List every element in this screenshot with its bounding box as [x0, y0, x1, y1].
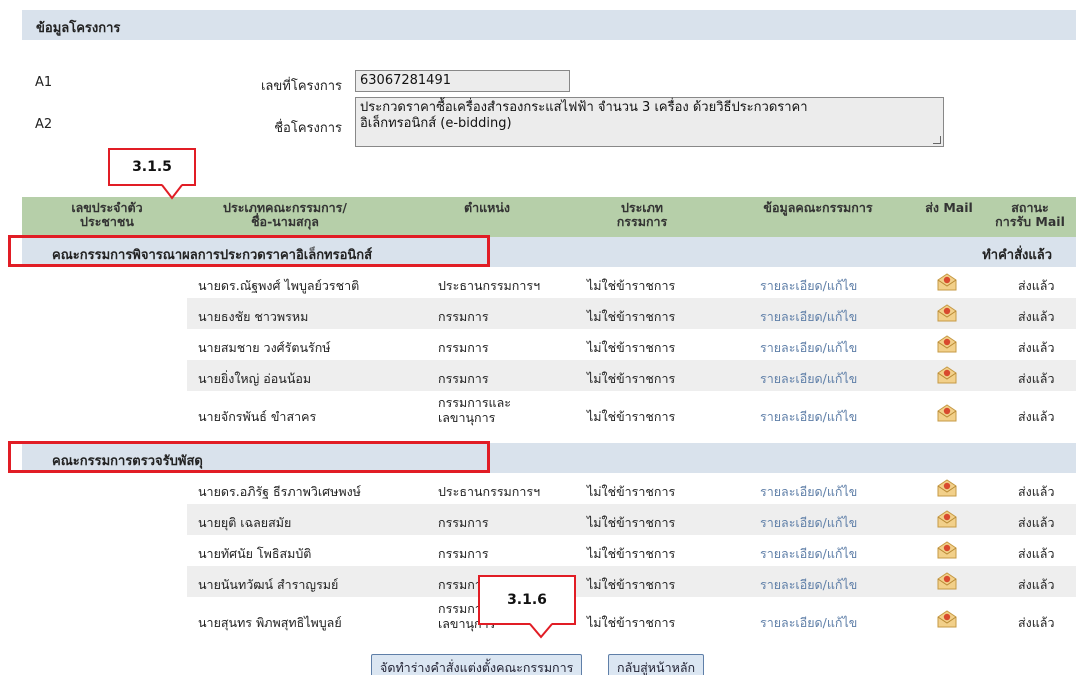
mail-status: ส่งแล้ว	[1018, 615, 1055, 630]
section-header: ข้อมูลโครงการ	[22, 10, 1076, 40]
mail-status: ส่งแล้ว	[1018, 409, 1055, 424]
callout-pointer-icon	[529, 623, 553, 639]
member-type: ไม่ใช่ข้าราชการ	[587, 409, 676, 424]
details-edit-link[interactable]: รายละเอียด/แก้ไข	[760, 513, 857, 533]
back-to-home-button[interactable]: กลับสู่หน้าหลัก	[608, 654, 705, 675]
member-type: ไม่ใช่ข้าราชการ	[587, 515, 676, 530]
callout-pointer-icon	[161, 184, 183, 200]
table-row: นายดร.ณัฐพงศ์ ไพบูลย์วรชาติ ประธานกรรมกา…	[22, 267, 1076, 298]
details-edit-link[interactable]: รายละเอียด/แก้ไข	[760, 307, 857, 327]
mail-status: ส่งแล้ว	[1018, 577, 1055, 592]
member-name: นายจักรพันธ์ ขำสาคร	[198, 409, 317, 424]
member-name: นายธงชัย ชาวพรหม	[198, 309, 309, 324]
member-name: นายดร.ณัฐพงศ์ ไพบูลย์วรชาติ	[198, 278, 360, 293]
col-header-id: เลขประจำตัว ประชาชน	[71, 200, 143, 229]
member-type: ไม่ใช่ข้าราชการ	[587, 577, 676, 592]
member-type: ไม่ใช่ข้าราชการ	[587, 546, 676, 561]
section-title: ข้อมูลโครงการ	[36, 21, 121, 36]
envelope-icon[interactable]	[936, 273, 958, 292]
col-header-position: ตำแหน่ง	[463, 200, 511, 215]
table-row: นายยุติ เฉลยสมัย กรรมการ ไม่ใช่ข้าราชการ…	[22, 504, 1076, 535]
member-position: กรรมการ	[438, 340, 489, 355]
member-type: ไม่ใช่ข้าราชการ	[587, 615, 676, 630]
project-number-value: 63067281491	[360, 73, 451, 88]
resize-grip-icon[interactable]	[933, 136, 941, 144]
mail-status: ส่งแล้ว	[1018, 484, 1055, 499]
mail-status: ส่งแล้ว	[1018, 546, 1055, 561]
member-name: นายยุติ เฉลยสมัย	[198, 515, 292, 530]
project-number-field[interactable]: 63067281491	[355, 70, 570, 92]
project-name-field[interactable]: ประกวดราคาซื้อเครื่องสำรองกระแสไฟฟ้า จำน…	[355, 97, 944, 147]
member-type: ไม่ใช่ข้าราชการ	[587, 371, 676, 386]
member-position: ประธานกรรมการฯ	[438, 278, 541, 293]
details-edit-link[interactable]: รายละเอียด/แก้ไข	[760, 544, 857, 564]
envelope-icon[interactable]	[936, 541, 958, 560]
table-row: นายจักรพันธ์ ขำสาคร กรรมการและ เลขานุการ …	[22, 391, 1076, 441]
details-edit-link[interactable]: รายละเอียด/แก้ไข	[760, 482, 857, 502]
envelope-icon[interactable]	[936, 335, 958, 354]
callout-3-1-6: 3.1.6	[478, 575, 576, 625]
mail-status: ส่งแล้ว	[1018, 340, 1055, 355]
col-header-name: ประเภทคณะกรรมการ/ชื่อ-นามสกุล	[223, 200, 347, 229]
envelope-icon[interactable]	[936, 610, 958, 629]
member-name: นายนันทวัฒน์ สำราญรมย์	[198, 577, 339, 592]
envelope-icon[interactable]	[936, 479, 958, 498]
mail-status: ส่งแล้ว	[1018, 309, 1055, 324]
field-code-a1: A1	[35, 75, 53, 90]
table-row: นายสมชาย วงศ์รัตนรักษ์ กรรมการ ไม่ใช่ข้า…	[22, 329, 1076, 360]
member-position: กรรมการ	[438, 371, 489, 386]
envelope-icon[interactable]	[936, 404, 958, 423]
project-number-label: เลขที่โครงการ	[260, 79, 342, 94]
details-edit-link[interactable]: รายละเอียด/แก้ไข	[760, 369, 857, 389]
col-header-info: ข้อมูลคณะกรรมการ	[763, 200, 873, 215]
mail-status: ส่งแล้ว	[1018, 278, 1055, 293]
member-name: นายสมชาย วงศ์รัตนรักษ์	[198, 340, 331, 355]
field-code-a2: A2	[35, 117, 53, 132]
highlight-box-group2	[8, 441, 490, 473]
details-edit-link[interactable]: รายละเอียด/แก้ไข	[760, 407, 857, 427]
envelope-icon[interactable]	[936, 366, 958, 385]
table-row: นายดร.อภิรัฐ ธีรภาพวิเศษพงษ์ ประธานกรรมก…	[22, 473, 1076, 504]
project-name-line1: ประกวดราคาซื้อเครื่องสำรองกระแสไฟฟ้า จำน…	[360, 100, 808, 115]
table-header: เลขประจำตัว ประชาชน ประเภทคณะกรรมการ/ชื่อ…	[22, 197, 1076, 237]
member-type: ไม่ใช่ข้าราชการ	[587, 340, 676, 355]
member-position: กรรมการ	[438, 309, 489, 324]
member-position: กรรมการ	[438, 546, 489, 561]
details-edit-link[interactable]: รายละเอียด/แก้ไข	[760, 575, 857, 595]
create-order-draft-button[interactable]: จัดทำร่างคำสั่งแต่งตั้งคณะกรรมการ	[371, 654, 583, 675]
mail-status: ส่งแล้ว	[1018, 515, 1055, 530]
envelope-icon[interactable]	[936, 572, 958, 591]
details-edit-link[interactable]: รายละเอียด/แก้ไข	[760, 613, 857, 633]
highlight-box-group1	[8, 235, 490, 267]
callout-3-1-5: 3.1.5	[108, 148, 196, 186]
project-name-line2: อิเล็กทรอนิกส์ (e-bidding)	[360, 116, 512, 131]
details-edit-link[interactable]: รายละเอียด/แก้ไข	[760, 276, 857, 296]
member-type: ไม่ใช่ข้าราชการ	[587, 278, 676, 293]
table-row: นายธงชัย ชาวพรหม กรรมการ ไม่ใช่ข้าราชการ…	[22, 298, 1076, 329]
member-type: ไม่ใช่ข้าราชการ	[587, 484, 676, 499]
table-row: นายทัศนัย โพธิสมบัติ กรรมการ ไม่ใช่ข้ารา…	[22, 535, 1076, 566]
col-header-send-mail: ส่ง Mail	[925, 200, 973, 215]
member-name: นายยิ่งใหญ่ อ่อนน้อม	[198, 371, 312, 386]
member-position: ประธานกรรมการฯ	[438, 484, 541, 499]
col-header-mail-status: สถานะ การรับ Mail	[995, 200, 1065, 229]
member-name: นายดร.อภิรัฐ ธีรภาพวิเศษพงษ์	[198, 484, 361, 499]
member-type: ไม่ใช่ข้าราชการ	[587, 309, 676, 324]
member-position: กรรมการ	[438, 515, 489, 530]
envelope-icon[interactable]	[936, 304, 958, 323]
project-name-label: ชื่อโครงการ	[274, 121, 342, 136]
mail-status: ส่งแล้ว	[1018, 371, 1055, 386]
envelope-icon[interactable]	[936, 510, 958, 529]
col-header-type: ประเภท กรรมการ	[616, 200, 668, 229]
table-row: นายยิ่งใหญ่ อ่อนน้อม กรรมการ ไม่ใช่ข้ารา…	[22, 360, 1076, 391]
group-status: ทำคำสั่งแล้ว	[982, 248, 1052, 263]
member-position: กรรมการและ เลขานุการ	[438, 395, 511, 425]
details-edit-link[interactable]: รายละเอียด/แก้ไข	[760, 338, 857, 358]
member-name: นายทัศนัย โพธิสมบัติ	[198, 546, 312, 561]
member-name: นายสุนทร พิภพสุทธิไพบูลย์	[198, 615, 342, 630]
